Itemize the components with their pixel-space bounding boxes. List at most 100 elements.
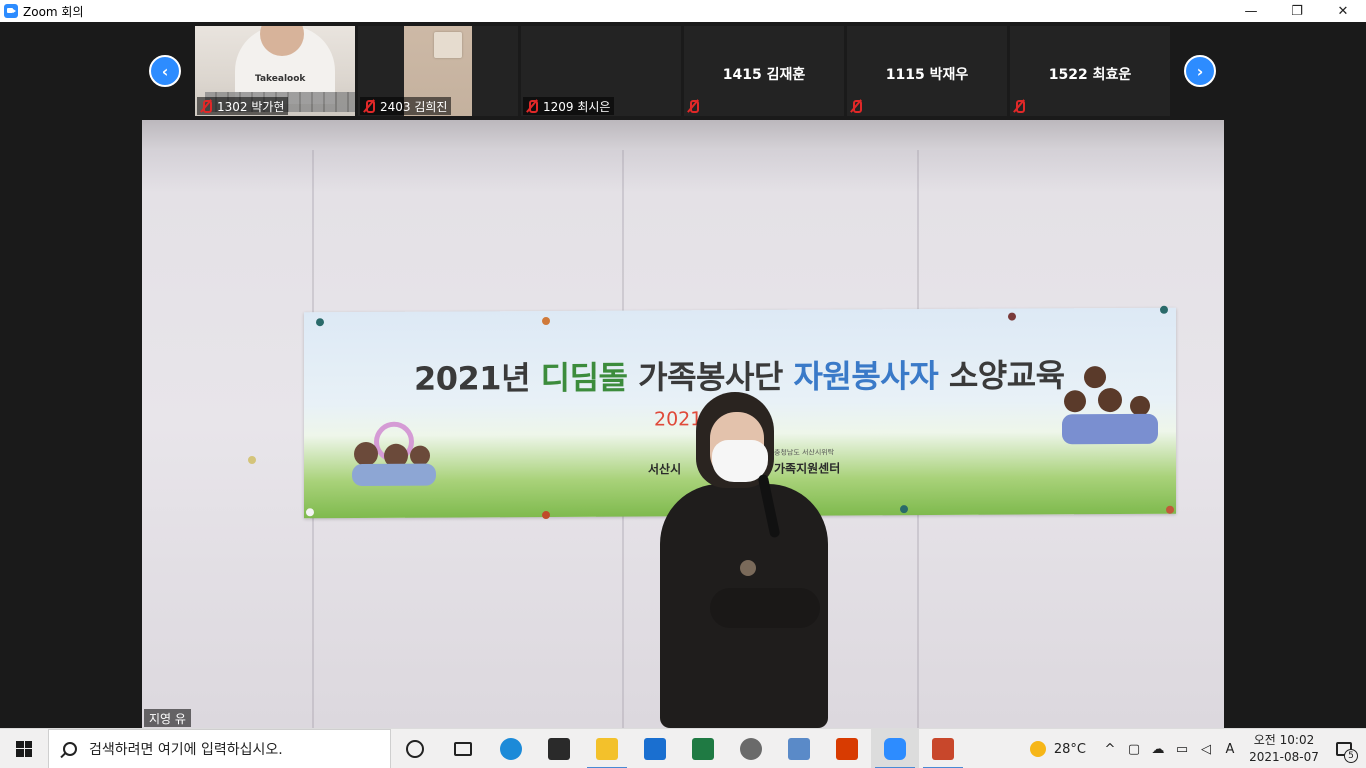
restore-button[interactable]: ❐ (1274, 0, 1320, 22)
store-icon (548, 737, 570, 760)
banner-title-education: 소양교육 (948, 356, 1065, 395)
active-speaker-video[interactable]: 2021년 디딤돌 가족봉사단 자원봉사자 소양교육 2021. 10:00 서… (142, 120, 1224, 728)
taskbar-app-edge[interactable] (487, 729, 535, 768)
participant-name: 1115 박재우 (885, 67, 969, 83)
taskbar-app-excel[interactable] (679, 729, 727, 768)
cortana-button[interactable] (391, 729, 439, 768)
search-icon (63, 741, 77, 756)
participant-name: 2403 김희진 (380, 99, 448, 114)
previous-page-button[interactable]: ‹ (149, 55, 181, 87)
banner-pin (542, 510, 550, 520)
taskbar-app-office[interactable] (823, 729, 871, 768)
input-method-indicator[interactable]: A (1218, 742, 1242, 757)
banner-title-program: 디딤돌 (540, 358, 639, 398)
participant-label: 2403 김희진 (360, 97, 452, 115)
ceiling (142, 120, 1224, 150)
excel-icon (692, 737, 714, 760)
banner-title-volunteer: 자원봉사자 (793, 356, 949, 396)
participant-tile[interactable]: 1522 최효운 (1010, 26, 1170, 116)
mic-muted-icon (525, 99, 539, 113)
wall-pin (248, 456, 256, 464)
network-app-icon (788, 737, 810, 760)
mic-muted-icon (686, 99, 700, 113)
participant-label: 1302 박가현 (197, 97, 289, 115)
powerpoint-icon (932, 737, 954, 760)
banner-title-group: 가족봉사단 (638, 357, 794, 397)
banner-pin (316, 318, 324, 327)
participant-label: 1209 최시은 (523, 97, 615, 115)
banner-pin (1166, 505, 1174, 514)
clock-time: 오전 10:02 (1253, 733, 1315, 747)
participant-name: 1302 박가현 (217, 99, 285, 114)
next-page-button[interactable]: › (1184, 55, 1216, 87)
edge-icon (500, 737, 522, 760)
capture-icon (740, 737, 762, 760)
zoom-app-icon (4, 4, 18, 18)
close-button[interactable]: ✕ (1320, 0, 1366, 22)
task-view-button[interactable] (439, 729, 487, 768)
speaker-figure (660, 392, 828, 728)
participant-tile[interactable]: Takealook 1302 박가현 (195, 26, 355, 116)
office-icon (836, 737, 858, 760)
active-speaker-name: 지영 유 (144, 709, 191, 727)
windows-taskbar: 검색하려면 여기에 입력하십시오. 28°C ^ ▢ ☁ ▭ ◁ A 오전 10… (0, 728, 1366, 768)
taskbar-app-network[interactable] (775, 729, 823, 768)
tray-overflow-chevron-icon[interactable]: ^ (1098, 742, 1122, 757)
window-controls: — ❐ ✕ (1228, 0, 1366, 22)
folder-icon (596, 737, 618, 760)
banner-pin (306, 508, 314, 517)
taskbar-app-store[interactable] (535, 729, 583, 768)
shirt-print: Takealook (255, 74, 306, 84)
wall-switch-image (434, 32, 462, 58)
mail-icon (644, 737, 666, 760)
mic-muted-icon (1012, 99, 1026, 113)
banner-pin (900, 505, 908, 514)
minimize-button[interactable]: — (1228, 0, 1274, 22)
participant-name: 1209 최시은 (543, 99, 611, 114)
participant-tile[interactable]: 1209 최시은 (521, 26, 681, 116)
participant-tile[interactable]: 2403 김희진 (358, 26, 518, 116)
participant-name: 1415 김재훈 (722, 67, 806, 83)
search-placeholder: 검색하려면 여기에 입력하십시오. (89, 741, 283, 758)
clock-date: 2021-08-07 (1249, 750, 1319, 764)
taskbar-app-capture[interactable] (727, 729, 775, 768)
banner-pin (542, 316, 550, 326)
system-tray: 28°C ^ ▢ ☁ ▭ ◁ A 오전 10:02 2021-08-07 5 (1029, 729, 1366, 768)
start-button[interactable] (0, 729, 48, 768)
participant-tile[interactable]: 1115 박재우 (847, 26, 1007, 116)
taskbar-app-mail[interactable] (631, 729, 679, 768)
banner-title-year: 2021년 (414, 359, 541, 398)
participant-tile[interactable]: 1415 김재훈 (684, 26, 844, 116)
weather-temperature: 28°C (1053, 741, 1086, 757)
notification-count: 5 (1344, 749, 1358, 763)
sun-icon (1029, 741, 1046, 757)
action-center-button[interactable]: 5 (1322, 729, 1366, 768)
zoom-icon (884, 737, 906, 760)
taskbar-app-powerpoint[interactable] (919, 729, 967, 768)
participant-name: 1522 최효운 (1048, 67, 1132, 83)
cortana-icon (406, 739, 424, 758)
cloud-sync-icon[interactable]: ☁ (1146, 742, 1170, 757)
taskbar-app-file-explorer[interactable] (583, 729, 631, 768)
battery-icon[interactable]: ▭ (1170, 742, 1194, 757)
volume-icon[interactable]: ◁ (1194, 742, 1218, 757)
taskbar-app-zoom[interactable] (871, 728, 919, 768)
speaker-arm (710, 588, 820, 628)
task-view-icon (454, 741, 472, 756)
weather-widget[interactable]: 28°C (1029, 741, 1086, 757)
family-illustration-left (334, 411, 454, 492)
taskbar-search-box[interactable]: 검색하려면 여기에 입력하십시오. (48, 728, 391, 768)
banner-pin (1160, 305, 1168, 314)
mic-muted-icon (362, 99, 376, 113)
window-title: Zoom 회의 (23, 4, 84, 19)
windows-logo-icon (16, 740, 32, 757)
taskbar-clock[interactable]: 오전 10:02 2021-08-07 (1246, 732, 1322, 766)
brooch (740, 560, 756, 576)
title-bar: Zoom 회의 — ❐ ✕ (0, 0, 1366, 22)
mic-muted-icon (199, 99, 213, 113)
participant-strip: ‹ Takealook 1302 박가현 2403 김희진 1209 최시은 1… (0, 22, 1366, 120)
mic-muted-icon (849, 99, 863, 113)
banner-pin (1008, 312, 1016, 321)
meet-now-icon[interactable]: ▢ (1122, 742, 1146, 757)
family-illustration-right (1054, 366, 1164, 447)
